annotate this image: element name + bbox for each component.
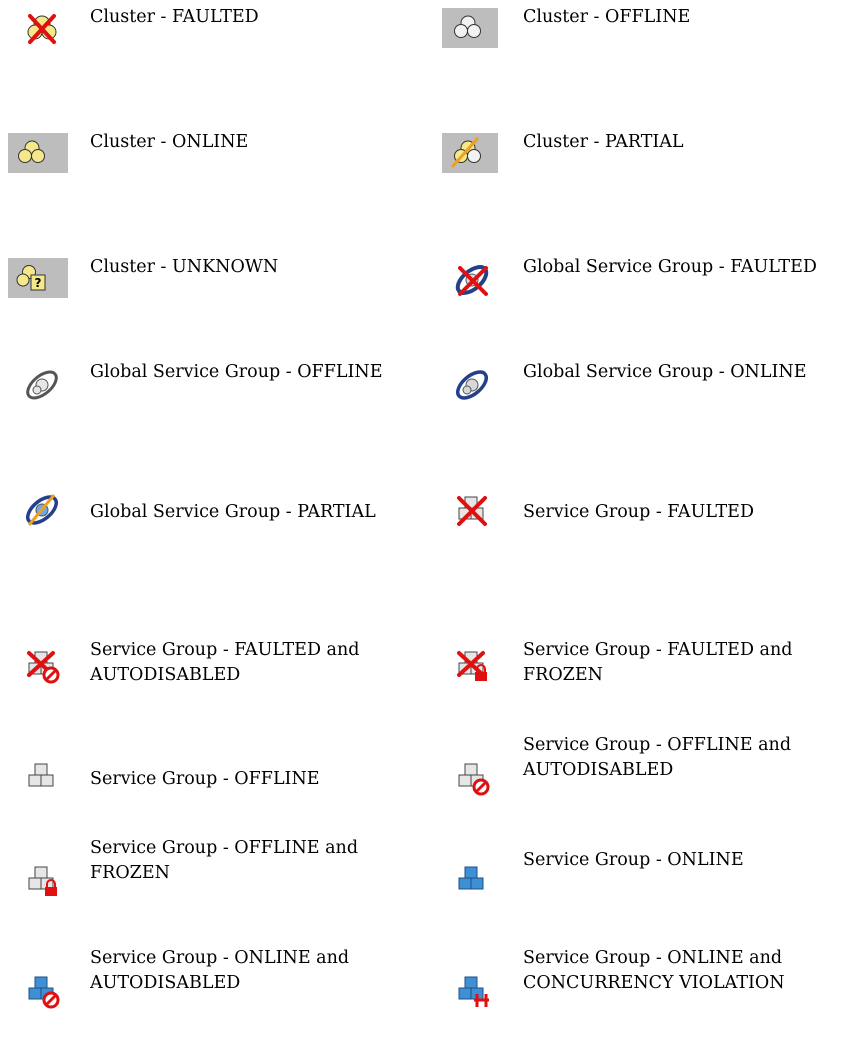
- legend-entry: Service Group - OFFLINE and FROZEN: [0, 838, 420, 938]
- legend-label: Cluster - OFFLINE: [523, 7, 691, 27]
- service-group-faulted-frozen-icon: [450, 645, 512, 707]
- service-group-offline-icon: [20, 757, 82, 819]
- legend-entry: Service Group - FAULTED: [430, 478, 849, 568]
- legend-label: Global Service Group - ONLINE: [523, 362, 807, 382]
- global-service-group-online-icon: [450, 365, 512, 427]
- legend-entry: ? Cluster - UNKNOWN: [0, 250, 420, 340]
- cluster-unknown-icon: ?: [8, 258, 70, 320]
- legend-label: Service Group - ONLINE and CONCURRENCY V…: [523, 948, 785, 993]
- svg-text:?: ?: [35, 276, 42, 290]
- legend-label: Cluster - ONLINE: [90, 132, 249, 152]
- legend-label: Cluster - UNKNOWN: [90, 257, 279, 277]
- legend-entry: Service Group - OFFLINE and AUTODISABLED: [430, 735, 849, 835]
- cluster-online-icon: [8, 133, 70, 195]
- legend-entry: Global Service Group - ONLINE: [430, 355, 849, 445]
- legend-entry: Service Group - ONLINE and CONCURRENCY V…: [430, 948, 849, 1048]
- service-group-offline-autodisabled-icon: [450, 757, 512, 819]
- cluster-faulted-icon: [20, 10, 82, 72]
- legend-label: Global Service Group - OFFLINE: [90, 362, 383, 382]
- legend-label: Service Group - ONLINE and AUTODISABLED: [90, 948, 350, 993]
- legend-label: Service Group - FAULTED: [523, 502, 754, 522]
- service-group-faulted-icon: [450, 490, 512, 552]
- legend-label: Service Group - ONLINE: [523, 850, 744, 870]
- global-service-group-partial-icon: [20, 490, 82, 552]
- legend-entry: Cluster - ONLINE: [0, 125, 420, 215]
- legend-label: Service Group - OFFLINE and FROZEN: [90, 838, 359, 883]
- legend-entry: Cluster - FAULTED: [0, 0, 420, 90]
- legend-label: Global Service Group - FAULTED: [523, 257, 817, 277]
- service-group-online-concurrency-violation-icon: [450, 970, 512, 1032]
- legend-label: Global Service Group - PARTIAL: [90, 502, 376, 522]
- cluster-offline-icon: [442, 8, 504, 70]
- legend-entry: Global Service Group - FAULTED: [430, 250, 849, 340]
- legend-label: Cluster - FAULTED: [90, 7, 259, 27]
- service-group-offline-frozen-icon: [20, 860, 82, 922]
- global-service-group-offline-icon: [20, 365, 82, 427]
- service-group-faulted-autodisabled-icon: [20, 645, 82, 707]
- legend-entry: Global Service Group - OFFLINE: [0, 355, 420, 445]
- global-service-group-faulted-icon: [450, 260, 512, 322]
- legend-entry: Service Group - ONLINE and AUTODISABLED: [0, 948, 420, 1048]
- legend-entry: Service Group - OFFLINE: [0, 745, 420, 835]
- legend-label: Service Group - OFFLINE: [90, 769, 320, 789]
- legend-entry: Service Group - FAULTED and FROZEN: [430, 633, 849, 723]
- cluster-partial-icon: [442, 133, 504, 195]
- legend-label: Service Group - OFFLINE and AUTODISABLED: [523, 735, 792, 780]
- legend-label: Cluster - PARTIAL: [523, 132, 684, 152]
- legend-entry: Service Group - FAULTED and AUTODISABLED: [0, 633, 420, 723]
- legend-entry: Global Service Group - PARTIAL: [0, 478, 420, 568]
- icon-legend: Cluster - FAULTED Cluster - OFFLINE Clus…: [0, 0, 849, 1031]
- service-group-online-icon: [450, 860, 512, 922]
- legend-entry: Cluster - OFFLINE: [430, 0, 849, 90]
- legend-entry: Service Group - ONLINE: [430, 848, 849, 938]
- legend-label: Service Group - FAULTED and AUTODISABLED: [90, 640, 360, 685]
- legend-entry: Cluster - PARTIAL: [430, 125, 849, 215]
- legend-label: Service Group - FAULTED and FROZEN: [523, 640, 793, 685]
- service-group-online-autodisabled-icon: [20, 970, 82, 1032]
